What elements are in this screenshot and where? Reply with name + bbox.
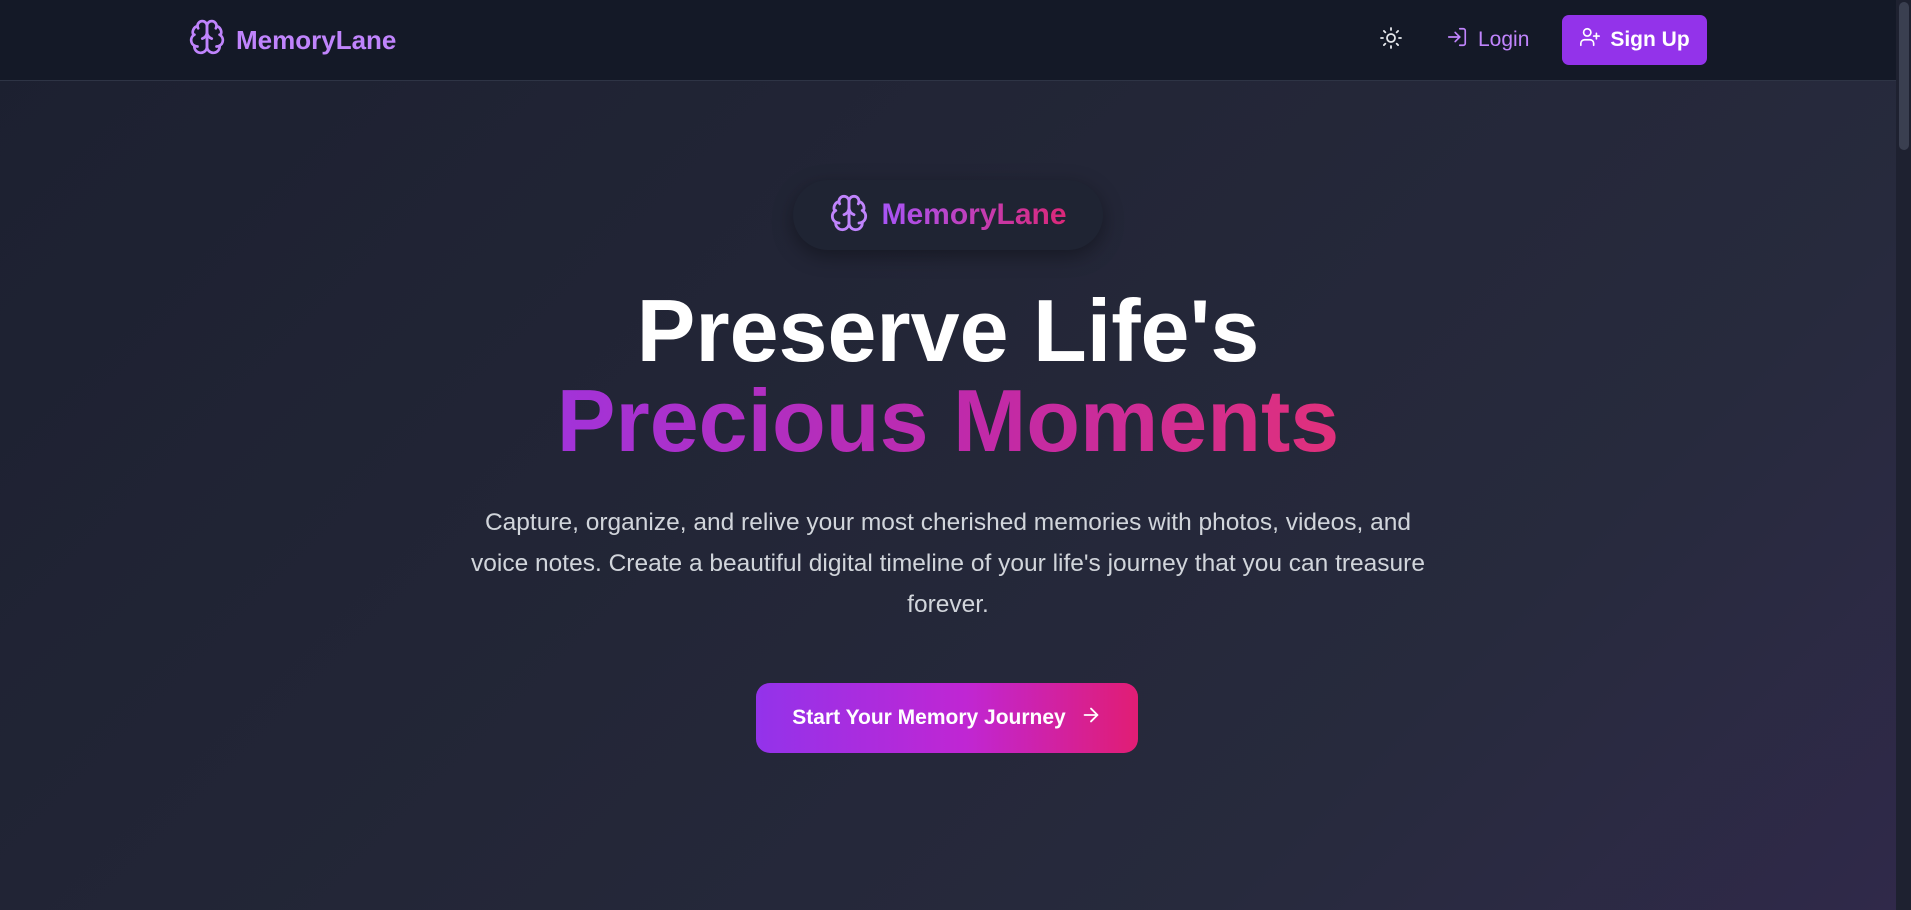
- theme-toggle-button[interactable]: [1373, 22, 1409, 58]
- headline-line-2: Precious Moments: [556, 371, 1340, 470]
- user-plus-icon: [1579, 26, 1601, 54]
- arrow-right-icon: [1080, 704, 1102, 732]
- cta-label: Start Your Memory Journey: [792, 706, 1066, 729]
- brand-badge: MemoryLane: [793, 180, 1103, 250]
- start-journey-button[interactable]: Start Your Memory Journey: [756, 683, 1138, 753]
- log-in-icon: [1446, 26, 1468, 54]
- brain-icon: [829, 193, 869, 238]
- top-navigation-bar: MemoryLane Login Sign Up: [0, 0, 1896, 81]
- headline-line-1: Preserve Life's: [636, 281, 1260, 380]
- landing-page: MemoryLane Login Sign Up MemoryLane Pres…: [0, 0, 1911, 910]
- page-scrollbar[interactable]: [1896, 0, 1911, 910]
- sun-icon: [1379, 26, 1403, 55]
- brand-logo-link[interactable]: MemoryLane: [188, 18, 397, 63]
- badge-text: MemoryLane: [881, 198, 1067, 231]
- login-button[interactable]: Login: [1446, 20, 1529, 60]
- brain-icon: [188, 18, 226, 63]
- login-label: Login: [1478, 28, 1530, 51]
- sign-up-label: Sign Up: [1610, 28, 1690, 51]
- sign-up-button[interactable]: Sign Up: [1562, 15, 1707, 65]
- hero-subtitle: Capture, organize, and relive your most …: [471, 509, 1425, 618]
- hero-headline: Preserve Life's Precious Moments: [0, 286, 1896, 466]
- brand-name: MemoryLane: [236, 24, 397, 55]
- scrollbar-thumb[interactable]: [1899, 2, 1909, 150]
